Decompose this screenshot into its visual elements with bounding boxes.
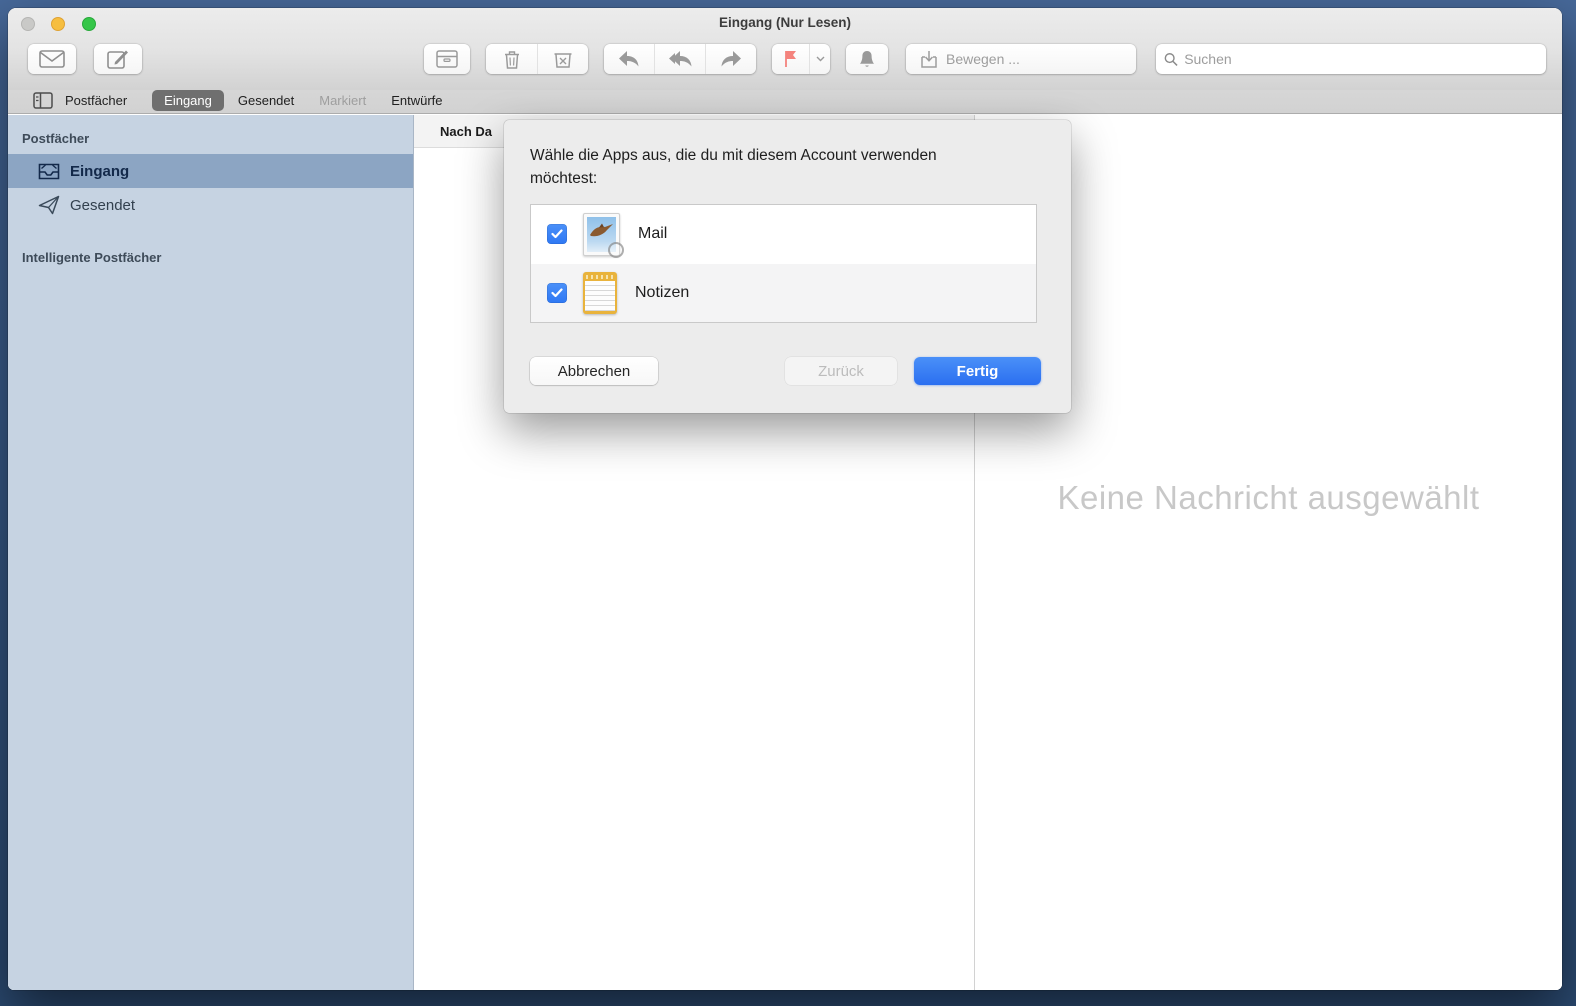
junk-button[interactable]	[537, 44, 588, 74]
mute-button[interactable]	[846, 44, 888, 74]
favorites-bar: Postfächer Eingang Gesendet Markiert Ent…	[8, 86, 1562, 114]
favorites-item-eingang[interactable]: Eingang	[152, 90, 224, 111]
trash-button[interactable]	[486, 44, 537, 74]
flag-icon	[784, 50, 798, 68]
mute-bell-icon	[859, 50, 875, 69]
sidebar-smart-section-title: Intelligente Postfächer	[8, 222, 413, 273]
junk-icon	[553, 50, 573, 68]
sort-header-label: Nach Da	[440, 124, 492, 139]
get-mail-icon	[39, 50, 65, 68]
favorites-item-entwuerfe[interactable]: Entwürfe	[391, 93, 442, 108]
done-button[interactable]: Fertig	[914, 357, 1041, 385]
reply-group	[604, 44, 756, 74]
notes-checkbox[interactable]	[547, 283, 567, 303]
sidebar-item-label: Gesendet	[70, 197, 135, 214]
archive-icon	[436, 50, 458, 68]
reply-all-icon	[667, 50, 693, 68]
no-message-text: Keine Nachricht ausgewählt	[975, 479, 1562, 517]
back-button[interactable]: Zurück	[785, 357, 897, 385]
mail-checkbox[interactable]	[547, 224, 567, 244]
dialog-message: Wähle die Apps aus, die du mit diesem Ac…	[530, 144, 950, 190]
checkmark-icon	[551, 288, 563, 298]
sidebar-item-label: Eingang	[70, 163, 129, 180]
app-list: Mail Notizen	[530, 204, 1037, 323]
archive-button[interactable]	[424, 44, 470, 74]
checkmark-icon	[551, 229, 563, 239]
forward-button[interactable]	[705, 44, 756, 74]
notes-app-icon	[583, 272, 617, 314]
sent-plane-icon	[38, 195, 60, 215]
forward-icon	[720, 50, 742, 68]
window-title: Eingang (Nur Lesen)	[8, 15, 1562, 30]
sidebar-toggle-icon	[33, 92, 53, 109]
search-input[interactable]	[1184, 51, 1538, 67]
flag-menu-button[interactable]	[809, 44, 830, 74]
app-label-mail: Mail	[638, 225, 667, 243]
mail-app-icon	[583, 213, 620, 256]
toolbar: Bewegen ...	[8, 38, 1562, 86]
move-button-label: Bewegen ...	[946, 51, 1020, 67]
move-button[interactable]: Bewegen ...	[906, 44, 1136, 74]
flag-button[interactable]	[772, 44, 809, 74]
app-row-notizen[interactable]: Notizen	[531, 264, 1036, 323]
compose-icon	[107, 48, 129, 70]
favorites-item-markiert[interactable]: Markiert	[319, 93, 366, 108]
app-row-mail[interactable]: Mail	[531, 205, 1036, 264]
reply-all-button[interactable]	[654, 44, 705, 74]
postmark-decoration	[608, 242, 624, 258]
trash-junk-group	[486, 44, 588, 74]
favorites-item-gesendet[interactable]: Gesendet	[238, 93, 294, 108]
title-bar: Eingang (Nur Lesen)	[8, 8, 1562, 38]
chevron-down-icon	[816, 56, 825, 62]
flag-group	[772, 44, 830, 74]
reply-button[interactable]	[604, 44, 654, 74]
favorites-item-postfaecher[interactable]: Postfächer	[65, 93, 127, 108]
sidebar-section-title: Postfächer	[8, 115, 413, 154]
account-apps-dialog: Wähle die Apps aus, die du mit diesem Ac…	[504, 120, 1071, 413]
sidebar-item-gesendet[interactable]: Gesendet	[8, 188, 413, 222]
sidebar-item-eingang[interactable]: Eingang	[8, 154, 413, 188]
search-icon	[1164, 52, 1178, 67]
compose-button[interactable]	[94, 44, 142, 74]
reply-icon	[618, 50, 640, 68]
app-label-notizen: Notizen	[635, 284, 689, 302]
trash-icon	[504, 50, 520, 69]
move-icon	[920, 50, 938, 69]
window-chrome: Eingang (Nur Lesen)	[8, 8, 1562, 114]
inbox-icon	[38, 163, 60, 180]
get-mail-button[interactable]	[28, 44, 76, 74]
search-field[interactable]	[1156, 44, 1546, 74]
dialog-buttons: Abbrechen Zurück Fertig	[530, 357, 1041, 385]
cancel-button[interactable]: Abbrechen	[530, 357, 658, 385]
sidebar-toggle-button[interactable]	[33, 92, 53, 109]
mailbox-sidebar: Postfächer Eingang Gesendet Intelligente…	[8, 115, 414, 990]
